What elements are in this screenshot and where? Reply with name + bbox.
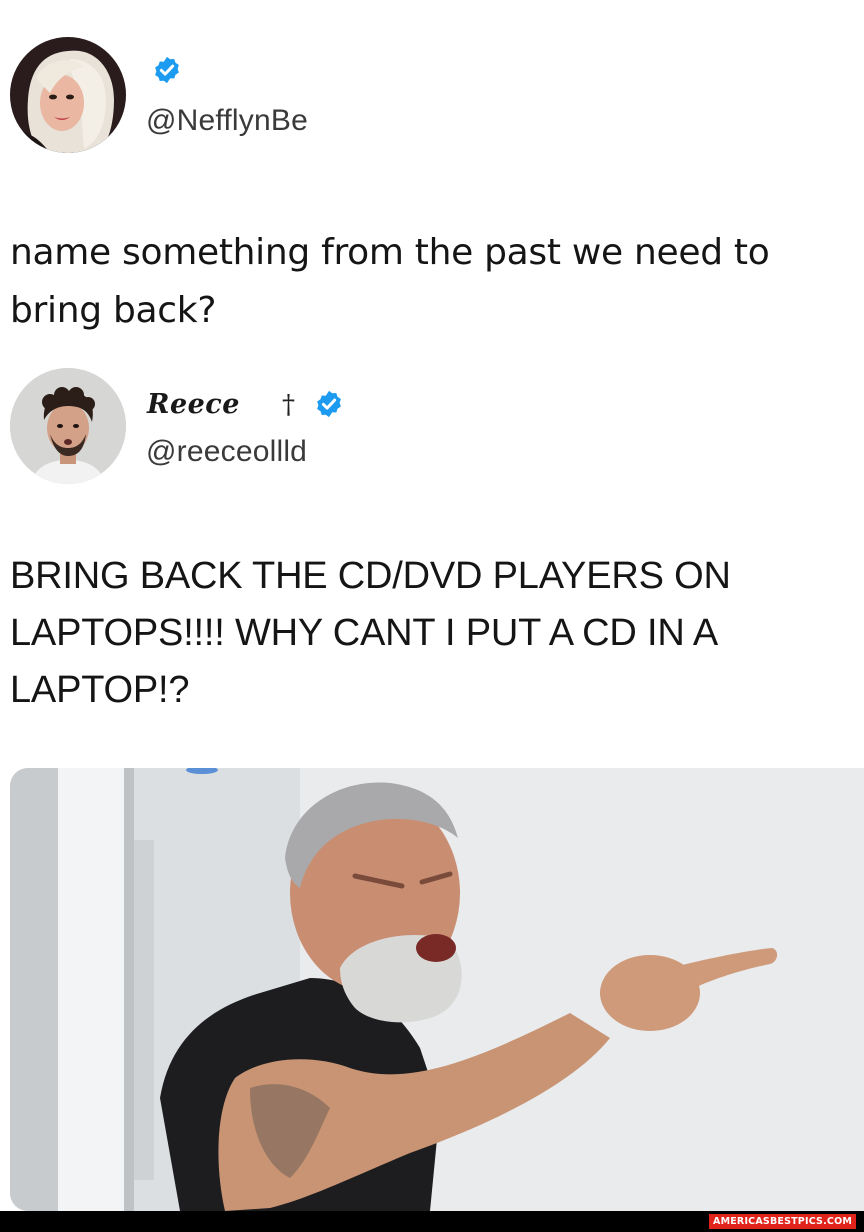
tweet2-display-name[interactable]: Reece	[147, 389, 240, 420]
tweet2-name-symbol: †	[282, 390, 295, 420]
verified-badge-icon	[314, 389, 344, 419]
tweet2-text: BRING BACK THE CD/DVD PLAYERS ON LAPTOPS…	[10, 555, 731, 711]
tweet2-handle[interactable]: @reeceollld	[146, 435, 307, 469]
verified-badge-icon	[152, 55, 182, 85]
avatar-reeceollld[interactable]	[10, 368, 126, 484]
watermark-label: AMERICASBESTPICS.COM	[709, 1214, 856, 1229]
footer-bar: AMERICASBESTPICS.COM	[0, 1211, 864, 1232]
meme-image[interactable]	[10, 768, 864, 1211]
tweet1-text: name something from the past we need to …	[10, 232, 770, 331]
tweet1-handle[interactable]: @NefflynBe	[146, 104, 308, 138]
avatar-nefflynbe[interactable]	[10, 37, 126, 153]
angry-man-pointing-meme-icon	[10, 768, 864, 1211]
